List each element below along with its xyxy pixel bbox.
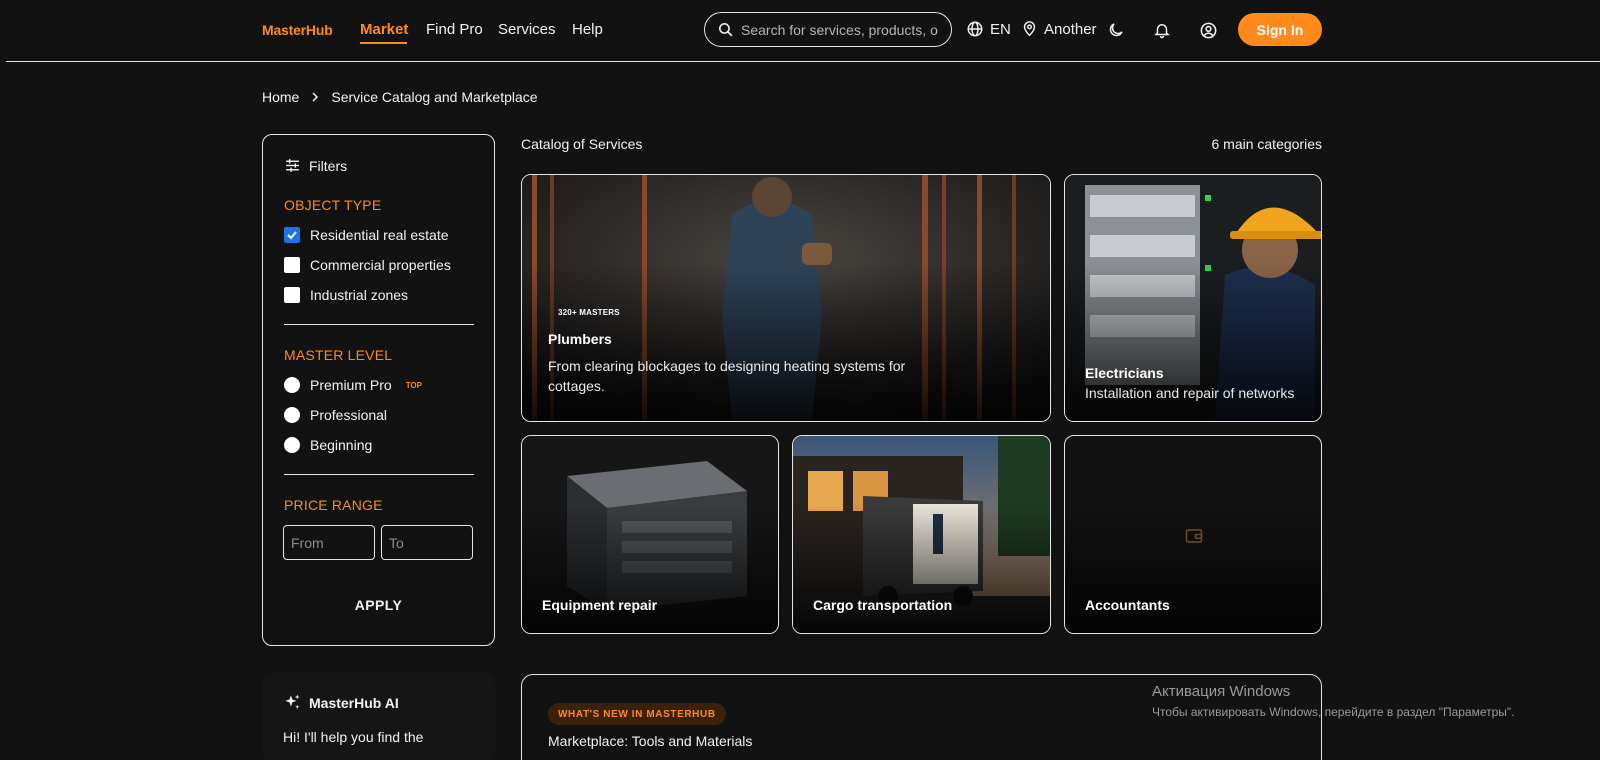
apply-button[interactable]: APPLY	[263, 597, 494, 613]
logo[interactable]: MasterHub	[262, 22, 333, 38]
filters-header: Filters	[284, 157, 347, 174]
checkbox-residential[interactable]	[284, 227, 300, 243]
language-selector[interactable]: EN	[966, 20, 1011, 38]
profile-button[interactable]	[1197, 19, 1219, 41]
option-label: Commercial properties	[310, 257, 451, 273]
option-label: Professional	[310, 407, 388, 423]
nav-active-underline	[360, 42, 407, 44]
map-pin-icon	[1023, 21, 1036, 37]
bell-icon	[1154, 24, 1170, 39]
option-commercial[interactable]: Commercial properties	[284, 257, 451, 273]
sign-in-button[interactable]: Sign In	[1238, 13, 1322, 46]
masters-count-badge: 320+ MASTERS	[558, 308, 620, 317]
filters-panel: Filters OBJECT TYPE Residential real est…	[262, 134, 495, 646]
location-label: Another	[1044, 20, 1097, 38]
card-title: Plumbers	[548, 331, 612, 347]
category-card-accountants[interactable]: Accountants	[1064, 435, 1322, 634]
search-input[interactable]	[741, 21, 951, 38]
moon-icon	[1109, 23, 1123, 37]
object-type-title: OBJECT TYPE	[284, 197, 382, 213]
user-circle-icon	[1200, 22, 1216, 38]
ai-title-text: MasterHub AI	[309, 694, 399, 711]
sliders-icon	[286, 159, 299, 172]
breadcrumb-current: Service Catalog and Marketplace	[331, 89, 538, 105]
price-range-title: PRICE RANGE	[284, 497, 383, 513]
option-residential[interactable]: Residential real estate	[284, 227, 449, 243]
breadcrumb: Home Service Catalog and Marketplace	[262, 89, 538, 105]
option-professional[interactable]: Professional	[284, 407, 387, 423]
master-level-title: MASTER LEVEL	[284, 347, 393, 363]
option-label: Industrial zones	[310, 287, 409, 303]
option-premium-pro[interactable]: Premium Pro TOP	[284, 377, 422, 393]
filters-divider	[284, 324, 474, 325]
wallet-icon	[1185, 529, 1203, 543]
option-label: Premium Pro	[310, 377, 392, 393]
search-icon	[718, 22, 733, 37]
card-title: Equipment repair	[542, 597, 658, 613]
language-label: EN	[990, 20, 1011, 38]
price-from-input[interactable]	[283, 525, 375, 560]
nav-services[interactable]: Services	[498, 21, 556, 38]
check-icon	[287, 231, 297, 240]
radio-premium-pro[interactable]	[284, 377, 300, 393]
card-title: Accountants	[1085, 597, 1170, 613]
nav-market[interactable]: Market	[360, 21, 408, 38]
category-card-plumbers[interactable]: 320+ MASTERS Plumbers From clearing bloc…	[521, 174, 1051, 422]
ai-greeting: Hi! I'll help you find the	[283, 729, 424, 745]
globe-icon	[967, 21, 983, 37]
top-badge: TOP	[405, 380, 422, 390]
breadcrumb-home[interactable]: Home	[262, 89, 299, 105]
notifications-button[interactable]	[1151, 19, 1173, 41]
card-title: Electricians	[1085, 365, 1164, 381]
ai-assistant-panel: MasterHub AI Hi! I'll help you find the	[262, 672, 495, 760]
catalog-title: Catalog of Services	[521, 136, 643, 152]
radio-professional[interactable]	[284, 407, 300, 423]
category-card-equipment-repair[interactable]: Equipment repair	[521, 435, 779, 634]
category-card-electricians[interactable]: Electricians Installation and repair of …	[1064, 174, 1322, 422]
search-box[interactable]	[704, 12, 952, 47]
windows-activation-title: Активация Windows	[1152, 683, 1291, 700]
location-selector[interactable]: Another	[1021, 20, 1097, 38]
price-to-input[interactable]	[381, 525, 473, 560]
option-industrial[interactable]: Industrial zones	[284, 287, 408, 303]
option-label: Beginning	[310, 437, 373, 453]
sparkles-icon	[285, 694, 300, 709]
ai-title: MasterHub AI	[283, 693, 399, 712]
option-label: Residential real estate	[310, 227, 449, 243]
chevron-right-icon	[312, 92, 319, 102]
radio-beginning[interactable]	[284, 437, 300, 453]
category-card-cargo-transportation[interactable]: Cargo transportation	[792, 435, 1051, 634]
filters-title: Filters	[309, 157, 348, 174]
checkbox-commercial[interactable]	[284, 257, 300, 273]
windows-activation-text: Чтобы активировать Windows, перейдите в …	[1152, 705, 1515, 719]
card-title: Cargo transportation	[813, 597, 953, 613]
filters-divider	[284, 474, 474, 475]
checkbox-industrial[interactable]	[284, 287, 300, 303]
catalog-count: 6 main categories	[1211, 136, 1322, 152]
nav-help[interactable]: Help	[572, 21, 603, 38]
nav-find-pro[interactable]: Find Pro	[426, 21, 483, 38]
theme-toggle[interactable]	[1105, 19, 1127, 41]
option-beginning[interactable]: Beginning	[284, 437, 372, 453]
whats-new-badge: WHAT'S NEW IN MASTERHUB	[548, 703, 726, 725]
card-description: Installation and repair of networks	[1085, 385, 1295, 401]
whats-new-title[interactable]: Marketplace: Tools and Materials	[548, 733, 752, 749]
card-description: From clearing blockages to designing hea…	[548, 358, 906, 394]
